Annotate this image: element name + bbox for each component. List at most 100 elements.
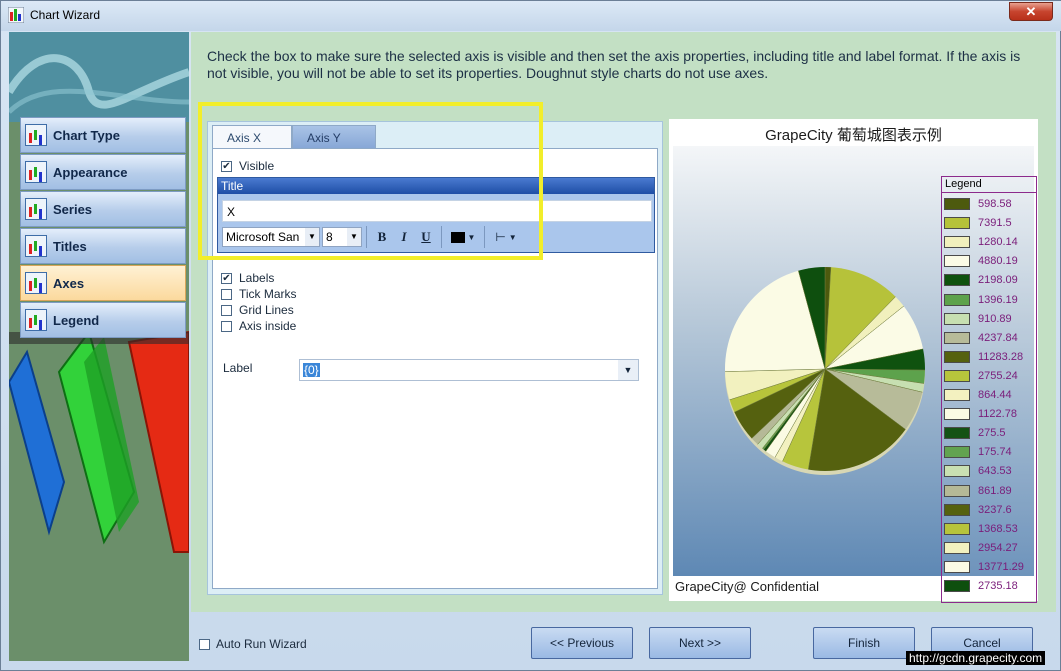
- alignment-button[interactable]: ⊢ ▼: [489, 227, 523, 247]
- chart-title: GrapeCity 葡萄城图表示例: [765, 127, 942, 144]
- legend-item: 13771.29: [944, 560, 1024, 574]
- chevron-down-icon: ▼: [508, 232, 517, 242]
- chevron-down-icon[interactable]: ▼: [305, 228, 319, 246]
- toolbar-separator: [484, 226, 485, 248]
- titles-icon: [25, 235, 47, 257]
- font-size-combo[interactable]: 8 ▼: [322, 227, 362, 247]
- font-name-combo[interactable]: Microsoft San ▼: [222, 227, 320, 247]
- axis-tabbar: Axis X Axis Y: [212, 125, 658, 149]
- nav-label: Chart Type: [53, 127, 120, 143]
- nav-axes[interactable]: Axes: [20, 265, 186, 301]
- legend-swatch: [944, 522, 970, 535]
- title-group-header: Title: [218, 178, 654, 194]
- legend-swatch: [944, 580, 970, 592]
- legend-item: 1368.53: [944, 522, 1018, 536]
- nav-legend[interactable]: Legend: [20, 302, 186, 338]
- legend-item: 275.5: [944, 426, 1006, 440]
- tab-axis-x[interactable]: Axis X: [212, 125, 292, 149]
- legend-item: 2954.27: [944, 541, 1018, 555]
- legend-value: 1280.14: [978, 236, 1018, 249]
- previous-button[interactable]: << Previous: [531, 627, 633, 659]
- legend-item: 7391.5: [944, 216, 1012, 230]
- legend-swatch: [944, 236, 970, 249]
- legend-icon: [25, 309, 47, 331]
- auto-run-check-box[interactable]: [199, 638, 210, 650]
- legend-swatch: [944, 369, 970, 382]
- legend-value: 4237.84: [978, 331, 1018, 344]
- axes-settings-panel: Axis X Axis Y ✔ Visible Title X Microsof…: [207, 121, 663, 595]
- nav-label: Series: [53, 201, 93, 217]
- tab-axis-y[interactable]: Axis Y: [292, 125, 376, 149]
- close-button[interactable]: ✕: [1009, 2, 1053, 21]
- legend-swatch: [944, 408, 970, 421]
- underline-button[interactable]: U: [415, 227, 437, 247]
- nav-chart-type[interactable]: Chart Type: [20, 117, 186, 153]
- wizard-main-panel: Check the box to make sure the selected …: [191, 32, 1056, 612]
- legend-swatch: [944, 484, 970, 497]
- legend-swatch: [944, 560, 970, 573]
- label-format-label: Label: [223, 361, 253, 375]
- legend-value: 13771.29: [978, 560, 1024, 573]
- nav-titles[interactable]: Titles: [20, 228, 186, 264]
- legend-value: 2755.24: [978, 369, 1018, 382]
- labels-label: Labels: [239, 271, 275, 285]
- legend-item: 1280.14: [944, 235, 1018, 249]
- font-color-button[interactable]: ▼: [446, 227, 480, 247]
- legend-value: 175.74: [978, 446, 1012, 459]
- series-icon: [25, 198, 47, 220]
- grid-lines-check-box[interactable]: [221, 304, 232, 316]
- legend-swatch: [944, 541, 970, 554]
- legend-title: Legend: [942, 177, 1036, 193]
- instructions-text: Check the box to make sure the selected …: [207, 48, 1021, 81]
- color-swatch-icon: [450, 231, 465, 243]
- legend-value: 4880.19: [978, 255, 1018, 268]
- legend-item: 2735.18: [944, 579, 1018, 593]
- chevron-down-icon[interactable]: ▼: [347, 228, 361, 246]
- chevron-down-icon[interactable]: ▼: [618, 360, 638, 380]
- nav-series[interactable]: Series: [20, 191, 186, 227]
- tick-marks-check-box[interactable]: [221, 288, 232, 300]
- legend-swatch: [944, 312, 970, 325]
- legend-swatch: [944, 503, 970, 516]
- axis-inside-check-box[interactable]: [221, 320, 232, 332]
- legend-value: 864.44: [978, 389, 1012, 401]
- legend-swatch: [944, 389, 970, 401]
- toolbar-separator: [366, 226, 367, 248]
- legend-swatch: [944, 446, 970, 459]
- legend-item: 598.58: [944, 197, 1012, 211]
- axes-icon: [25, 272, 47, 294]
- next-button[interactable]: Next >>: [649, 627, 751, 659]
- chart-wizard-window: Chart Wizard ✕ Chart Type Appearance Ser…: [0, 0, 1061, 671]
- legend-value: 7391.5: [978, 217, 1012, 230]
- legend-swatch: [944, 217, 970, 230]
- label-format-combo[interactable]: {0} ▼: [299, 359, 639, 381]
- label-format-value: {0}: [303, 363, 320, 377]
- italic-button[interactable]: I: [393, 227, 415, 247]
- legend-item: 643.53: [944, 464, 1012, 478]
- labels-check-box[interactable]: ✔: [221, 272, 232, 284]
- legend-swatch: [944, 331, 970, 344]
- visible-checkbox[interactable]: ✔ Visible: [221, 159, 274, 173]
- labels-checkbox[interactable]: ✔ Labels: [221, 271, 274, 285]
- grid-lines-checkbox[interactable]: Grid Lines: [221, 303, 294, 317]
- axis-inside-checkbox[interactable]: Axis inside: [221, 319, 296, 333]
- grid-lines-label: Grid Lines: [239, 303, 294, 317]
- auto-run-checkbox[interactable]: Auto Run Wizard: [199, 637, 307, 651]
- wizard-sidebar: Chart Type Appearance Series Titles Axes…: [9, 32, 189, 661]
- legend-value: 2198.09: [978, 274, 1018, 287]
- nav-appearance[interactable]: Appearance: [20, 154, 186, 190]
- legend-item: 864.44: [944, 388, 1012, 402]
- tick-marks-checkbox[interactable]: Tick Marks: [221, 287, 297, 301]
- bold-button[interactable]: B: [371, 227, 393, 247]
- legend-value: 910.89: [978, 312, 1012, 325]
- legend-swatch: [944, 198, 970, 210]
- axis-title-input[interactable]: X: [222, 200, 652, 222]
- finish-button[interactable]: Finish: [813, 627, 915, 659]
- visible-check-box[interactable]: ✔: [221, 160, 232, 172]
- legend-swatch: [944, 274, 970, 287]
- legend-value: 275.5: [978, 427, 1006, 440]
- legend-value: 643.53: [978, 465, 1012, 478]
- legend-value: 3237.6: [978, 503, 1012, 516]
- font-size-value: 8: [326, 230, 333, 244]
- legend-value: 11283.28: [978, 350, 1024, 363]
